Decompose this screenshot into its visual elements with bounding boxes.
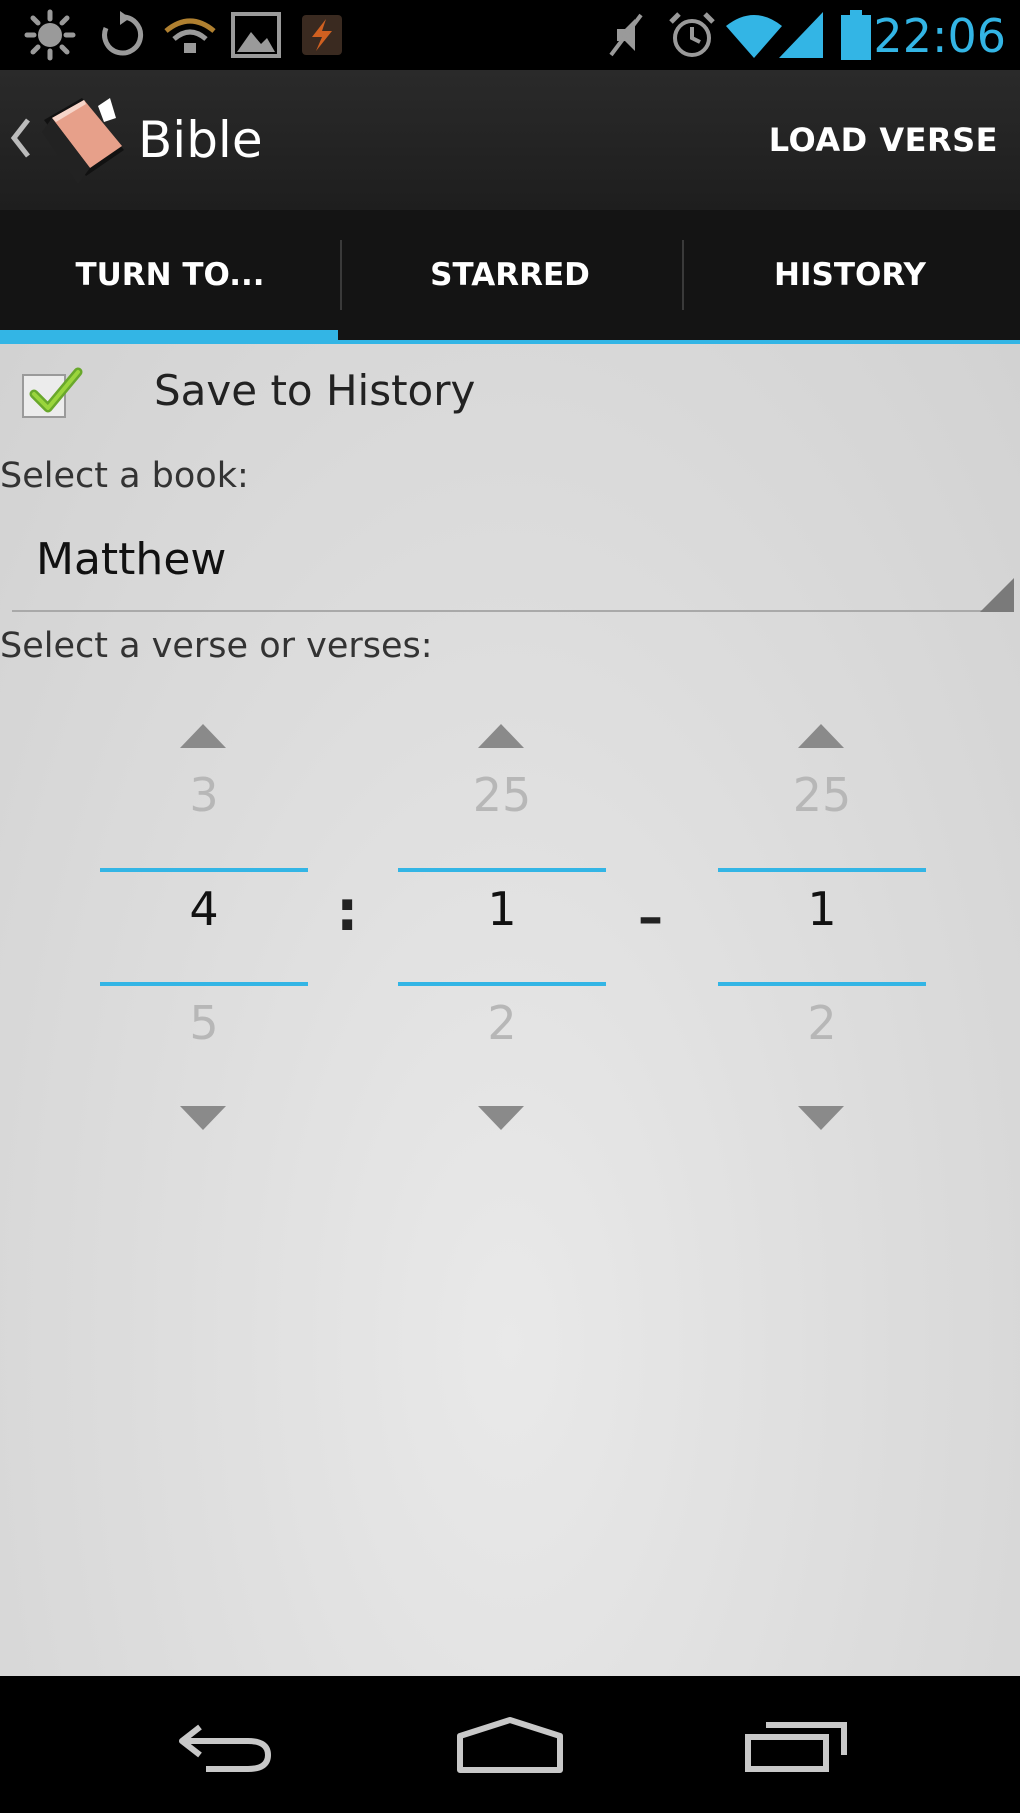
podcast-icon — [160, 0, 220, 70]
recent-apps-icon[interactable] — [696, 1676, 896, 1813]
picker-current-value[interactable]: 4 — [100, 882, 308, 936]
navigation-bar — [0, 1676, 1020, 1813]
chapter-picker[interactable]: 3 4 5 — [100, 344, 308, 1130]
dropdown-corner-icon — [980, 578, 1014, 612]
sync-icon — [94, 0, 150, 70]
tab-history[interactable]: HISTORY — [680, 210, 1020, 340]
decrement-arrow-icon[interactable] — [478, 1106, 524, 1130]
status-bar: 22:06 — [0, 0, 1020, 70]
tab-label: STARRED — [430, 257, 590, 293]
app-title: Bible — [138, 111, 263, 169]
action-bar: Bible LOAD VERSE — [0, 70, 1020, 210]
picker-next-value[interactable]: 2 — [718, 996, 926, 1050]
verse-end-picker[interactable]: 25 1 2 — [718, 344, 926, 1130]
increment-arrow-icon[interactable] — [180, 724, 226, 748]
picker-next-value[interactable]: 5 — [100, 996, 308, 1050]
increment-arrow-icon[interactable] — [798, 724, 844, 748]
bible-app-icon[interactable] — [38, 92, 124, 192]
picker-divider — [718, 868, 926, 872]
decrement-arrow-icon[interactable] — [798, 1106, 844, 1130]
turn-to-panel: Save to History Select a book: Matthew S… — [0, 344, 1020, 1676]
decrement-arrow-icon[interactable] — [180, 1106, 226, 1130]
verse-start-picker[interactable]: 25 1 2 — [398, 344, 606, 1130]
picker-divider — [100, 868, 308, 872]
picker-divider — [100, 982, 308, 986]
tab-turn-to[interactable]: TURN TO... — [0, 210, 340, 344]
picker-next-value[interactable]: 2 — [398, 996, 606, 1050]
tab-label: TURN TO... — [75, 257, 265, 293]
picker-prev-value[interactable]: 3 — [100, 768, 308, 822]
colon-separator: : — [336, 879, 359, 944]
picker-current-value[interactable]: 1 — [398, 882, 606, 936]
wifi-icon — [726, 0, 782, 70]
tab-label: HISTORY — [774, 257, 926, 293]
flash-icon — [298, 0, 346, 70]
brightness-icon — [20, 0, 80, 70]
mute-icon — [600, 0, 650, 70]
save-history-checkbox[interactable] — [22, 367, 83, 418]
tab-selected-indicator — [0, 330, 338, 344]
picker-current-value[interactable]: 1 — [718, 882, 926, 936]
up-caret-icon[interactable] — [10, 116, 32, 164]
picker-divider — [718, 982, 926, 986]
back-icon[interactable] — [126, 1676, 326, 1813]
picker-prev-value[interactable]: 25 — [398, 768, 606, 822]
tab-starred[interactable]: STARRED — [340, 210, 680, 340]
gallery-icon — [228, 0, 284, 70]
picker-prev-value[interactable]: 25 — [718, 768, 926, 822]
signal-icon — [778, 0, 824, 70]
increment-arrow-icon[interactable] — [478, 724, 524, 748]
home-icon[interactable] — [410, 1676, 610, 1813]
picker-divider — [398, 982, 606, 986]
picker-divider — [398, 868, 606, 872]
tab-bar: TURN TO... STARRED HISTORY — [0, 210, 1020, 344]
checkmark-icon — [29, 367, 83, 413]
battery-icon — [838, 0, 874, 70]
alarm-icon — [664, 0, 720, 70]
range-dash-separator: – — [638, 888, 663, 946]
load-verse-button[interactable]: LOAD VERSE — [769, 70, 998, 210]
status-time: 22:06 — [873, 9, 1006, 63]
